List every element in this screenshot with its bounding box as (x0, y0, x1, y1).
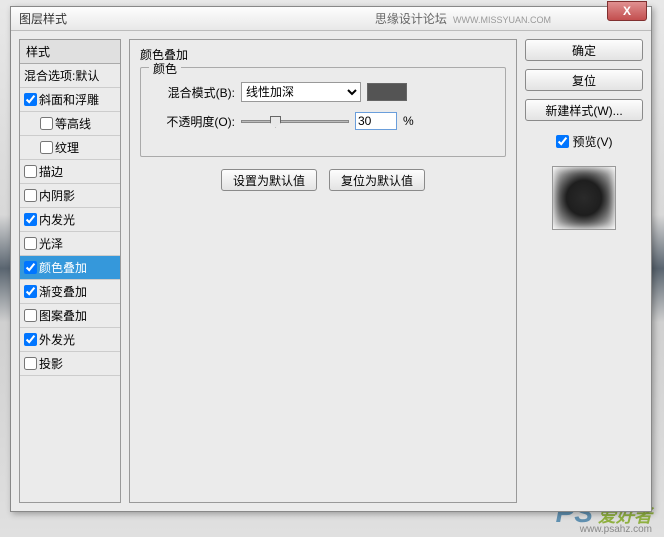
effect-item-3[interactable]: 描边 (20, 160, 120, 184)
close-button[interactable]: X (607, 1, 647, 21)
effect-checkbox[interactable] (24, 357, 37, 370)
effect-item-1[interactable]: 等高线 (20, 112, 120, 136)
cancel-button[interactable]: 复位 (525, 69, 643, 91)
effect-settings-panel: 颜色叠加 颜色 混合模式(B): 线性加深 不透明度(O): % (129, 39, 517, 503)
effect-checkbox[interactable] (24, 189, 37, 202)
effect-label: 光泽 (39, 235, 63, 252)
effect-checkbox[interactable] (24, 285, 37, 298)
effect-label: 斜面和浮雕 (39, 91, 99, 108)
effect-label: 描边 (39, 163, 63, 180)
effect-item-4[interactable]: 内阴影 (20, 184, 120, 208)
group-legend: 颜色 (149, 60, 181, 77)
blend-mode-label: 混合模式(B): (151, 84, 235, 101)
effect-checkbox[interactable] (24, 333, 37, 346)
preview-label: 预览(V) (573, 133, 613, 150)
effect-label: 内发光 (39, 211, 75, 228)
dialog-titlebar[interactable]: 图层样式 思缘设计论坛 WWW.MISSYUAN.COM X (11, 7, 651, 31)
effect-item-10[interactable]: 外发光 (20, 328, 120, 352)
effect-label: 纹理 (55, 139, 79, 156)
layer-style-dialog: 图层样式 思缘设计论坛 WWW.MISSYUAN.COM X 样式 混合选项:默… (10, 6, 652, 512)
set-default-button[interactable]: 设置为默认值 (221, 169, 317, 191)
new-style-button[interactable]: 新建样式(W)... (525, 99, 643, 121)
effect-item-5[interactable]: 内发光 (20, 208, 120, 232)
effect-label: 外发光 (39, 331, 75, 348)
blend-mode-select[interactable]: 线性加深 (241, 82, 361, 102)
effect-checkbox[interactable] (24, 93, 37, 106)
effect-item-2[interactable]: 纹理 (20, 136, 120, 160)
dialog-title: 图层样式 (19, 10, 67, 27)
effect-item-11[interactable]: 投影 (20, 352, 120, 376)
effect-label: 颜色叠加 (39, 259, 87, 276)
opacity-slider[interactable] (241, 120, 349, 123)
opacity-unit: % (403, 114, 414, 128)
effect-checkbox[interactable] (24, 261, 37, 274)
reset-default-button[interactable]: 复位为默认值 (329, 169, 425, 191)
panel-title: 颜色叠加 (140, 46, 506, 63)
close-icon: X (623, 4, 631, 18)
effect-label: 图案叠加 (39, 307, 87, 324)
brand-text: 思缘设计论坛 WWW.MISSYUAN.COM (375, 10, 551, 27)
color-swatch[interactable] (367, 83, 407, 101)
opacity-input[interactable] (355, 112, 397, 130)
effect-checkbox[interactable] (40, 141, 53, 154)
effect-checkbox[interactable] (24, 237, 37, 250)
styles-header: 样式 (20, 40, 120, 64)
effect-label: 投影 (39, 355, 63, 372)
watermark-url: www.psahz.com (580, 524, 652, 535)
effect-label: 等高线 (55, 115, 91, 132)
effect-checkbox[interactable] (24, 213, 37, 226)
blend-options-item[interactable]: 混合选项:默认 (20, 64, 120, 88)
dialog-action-panel: 确定 复位 新建样式(W)... 预览(V) (525, 39, 643, 503)
preview-checkbox[interactable] (556, 135, 569, 148)
ok-button[interactable]: 确定 (525, 39, 643, 61)
slider-thumb-icon[interactable] (270, 116, 281, 128)
effect-item-0[interactable]: 斜面和浮雕 (20, 88, 120, 112)
effect-label: 渐变叠加 (39, 283, 87, 300)
effect-item-7[interactable]: 颜色叠加 (20, 256, 120, 280)
color-group: 颜色 混合模式(B): 线性加深 不透明度(O): % (140, 67, 506, 157)
styles-list: 样式 混合选项:默认 斜面和浮雕等高线纹理描边内阴影内发光光泽颜色叠加渐变叠加图… (19, 39, 121, 503)
effect-checkbox[interactable] (40, 117, 53, 130)
preview-thumbnail (552, 166, 616, 230)
opacity-label: 不透明度(O): (151, 113, 235, 130)
effect-item-9[interactable]: 图案叠加 (20, 304, 120, 328)
effect-checkbox[interactable] (24, 309, 37, 322)
effect-item-8[interactable]: 渐变叠加 (20, 280, 120, 304)
effect-label: 内阴影 (39, 187, 75, 204)
effect-item-6[interactable]: 光泽 (20, 232, 120, 256)
effect-checkbox[interactable] (24, 165, 37, 178)
